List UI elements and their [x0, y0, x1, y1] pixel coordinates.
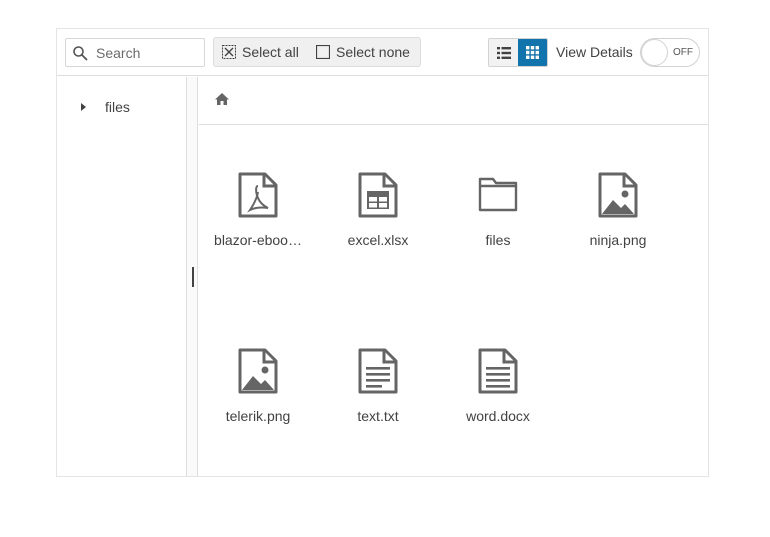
file-item[interactable]: text.txt [328, 348, 428, 438]
switch-state-label: OFF [673, 47, 693, 58]
switch-knob [641, 39, 668, 66]
file-manager: Select all Select none [56, 28, 709, 477]
file-name: ninja.png [589, 232, 647, 248]
folder-item[interactable]: files [448, 172, 548, 262]
list-view-icon [496, 46, 511, 59]
list-view-button[interactable] [489, 39, 518, 66]
select-all-icon [222, 45, 236, 59]
folder-icon [478, 177, 518, 212]
file-list-pane: blazor-eboo… excel.xlsx files ninja.png … [199, 77, 708, 476]
splitter-handle[interactable] [192, 267, 194, 287]
image-file-icon [598, 172, 638, 218]
selection-button-group: Select all Select none [213, 37, 421, 67]
file-name: blazor-eboo… [214, 232, 302, 248]
file-item[interactable]: ninja.png [568, 172, 668, 262]
folder-name: files [485, 232, 511, 248]
breadcrumb [199, 77, 708, 125]
grid-view-icon [526, 46, 539, 59]
file-name: telerik.png [225, 408, 291, 424]
file-item[interactable]: telerik.png [208, 348, 308, 438]
select-all-button[interactable]: Select all [222, 38, 299, 66]
search-icon [73, 46, 88, 61]
select-none-button[interactable]: Select none [316, 38, 410, 66]
home-icon[interactable] [215, 93, 229, 105]
view-details-label: View Details [556, 44, 633, 60]
select-none-icon [316, 45, 330, 59]
file-name: excel.xlsx [347, 232, 409, 248]
search-box[interactable] [65, 38, 205, 67]
view-details-switch[interactable]: OFF [640, 38, 700, 67]
search-input[interactable] [96, 42, 200, 63]
pdf-file-icon [238, 172, 278, 218]
file-name: word.docx [466, 408, 530, 424]
grid-view-button[interactable] [518, 39, 547, 66]
expand-arrow-icon[interactable] [81, 103, 86, 111]
select-all-label: Select all [242, 44, 299, 60]
file-item[interactable]: word.docx [448, 348, 548, 438]
text-file-icon [358, 348, 398, 394]
image-file-icon [238, 348, 278, 394]
file-name: text.txt [357, 408, 399, 424]
document-file-icon [478, 348, 518, 394]
view-mode-group [488, 38, 548, 67]
folder-tree: files [57, 77, 187, 476]
spreadsheet-file-icon [358, 172, 398, 218]
select-none-label: Select none [336, 44, 410, 60]
tree-item-label: files [105, 99, 130, 115]
pane-splitter[interactable] [187, 77, 198, 476]
toolbar: Select all Select none [57, 29, 708, 76]
file-item[interactable]: blazor-eboo… [208, 172, 308, 262]
tree-item-files[interactable]: files [81, 99, 130, 115]
file-item[interactable]: excel.xlsx [328, 172, 428, 262]
